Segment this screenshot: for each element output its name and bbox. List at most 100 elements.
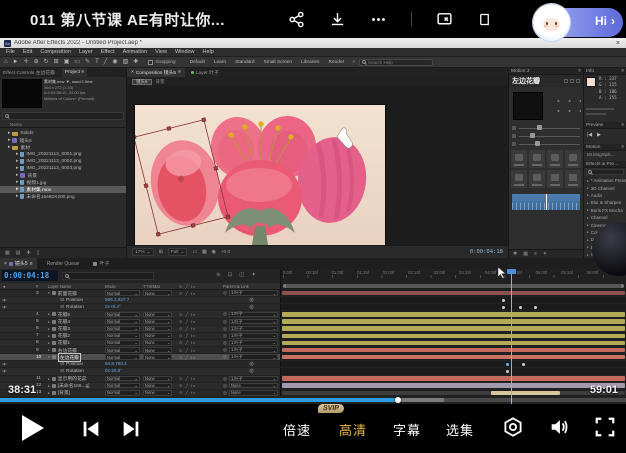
- keyframe-icon[interactable]: [522, 363, 525, 366]
- layer-switches[interactable]: ⊙ ╱ fx: [175, 355, 223, 360]
- motion3-timeline-strip[interactable]: [512, 194, 580, 210]
- caret-icon[interactable]: ▸: [48, 327, 50, 331]
- layer-switches[interactable]: ⊙ ╱ fx: [175, 326, 223, 331]
- property-name[interactable]: Rotation: [66, 369, 84, 374]
- layer-name[interactable]: 左边花瓣: [58, 353, 81, 362]
- interpret-footage-icon[interactable]: ▦: [5, 250, 10, 256]
- caret-icon[interactable]: ▸: [48, 341, 50, 345]
- magnification-select[interactable]: 17%⌄: [132, 248, 154, 256]
- panel-menu-icon[interactable]: ≡: [578, 69, 581, 74]
- panel-menu-icon[interactable]: ≡: [621, 123, 624, 128]
- layer-switches[interactable]: ⊙ ╱ fx: [175, 291, 223, 296]
- panel-menu-icon[interactable]: ≡: [621, 69, 624, 74]
- new-folder-icon[interactable]: ▤: [16, 250, 21, 256]
- close-icon[interactable]: ×: [131, 70, 134, 75]
- menu-icon[interactable]: ≡: [534, 251, 537, 257]
- motion3-tool-button[interactable]: [565, 150, 581, 168]
- timeline-property-row[interactable]: ‹◆›⊙Position64.8,780.1◎: [0, 361, 626, 368]
- layer-duration-bar[interactable]: [282, 312, 625, 317]
- timeline-property-row[interactable]: ‹◆›⊙Position566.2,927.7◎: [0, 297, 626, 304]
- close-icon[interactable]: ×: [4, 261, 7, 267]
- property-name[interactable]: Position: [66, 298, 83, 303]
- layer-switches[interactable]: ⊙ ╱ fx: [175, 348, 223, 353]
- keyframe-nav-icons[interactable]: ‹◆›: [2, 298, 7, 302]
- timeline-tab-leaf[interactable]: 叶子: [89, 258, 113, 269]
- comp-timecode[interactable]: 0:00:04:18: [470, 249, 503, 255]
- trkmat-select[interactable]: None⌄: [143, 340, 172, 345]
- seek-handle[interactable]: [395, 397, 401, 403]
- menu-view[interactable]: View: [155, 49, 167, 55]
- trkmat-select[interactable]: None⌄: [143, 319, 172, 324]
- subtitles-button[interactable]: 字幕: [393, 420, 421, 439]
- caret-icon[interactable]: ▾: [48, 355, 50, 359]
- tab-layer-viewer[interactable]: Layer 叶子: [187, 68, 223, 77]
- motion3-mini-button[interactable]: [576, 79, 580, 83]
- layer-duration-bar[interactable]: [282, 341, 625, 346]
- layer-switches[interactable]: ⊙ ╱ fx: [175, 333, 223, 338]
- comp-chip-bg[interactable]: 背景: [156, 79, 165, 85]
- project-search-box[interactable]: [2, 112, 124, 120]
- caret-icon[interactable]: ▸: [48, 348, 50, 352]
- trkmat-select[interactable]: None⌄: [143, 347, 172, 352]
- project-item[interactable]: ▸镜头5: [0, 137, 126, 144]
- mode-select[interactable]: Normal⌄: [105, 340, 140, 345]
- menu-window[interactable]: Window: [175, 49, 195, 55]
- keyframe-icon[interactable]: [502, 306, 505, 309]
- quality-button[interactable]: 高清: [339, 420, 367, 439]
- trkmat-select[interactable]: None⌄: [143, 312, 172, 317]
- pickwhip-icon[interactable]: ◎: [223, 326, 227, 332]
- layer-name-cell[interactable]: ▸花瓣1: [48, 339, 105, 346]
- draft-3d-icon[interactable]: ⊡: [228, 272, 233, 278]
- property-name[interactable]: Rotation: [66, 305, 84, 310]
- search-help-box[interactable]: Search Help: [359, 59, 433, 66]
- parent-select[interactable]: 1.叶子⌄: [229, 319, 278, 324]
- mini-player-icon[interactable]: [477, 11, 492, 28]
- menu-file[interactable]: File: [6, 49, 15, 55]
- project-item[interactable]: ▸视频1.jpg: [0, 179, 126, 186]
- menu-layer[interactable]: Layer: [79, 49, 93, 55]
- mode-select[interactable]: Normal⌄: [105, 376, 140, 381]
- layer-switches[interactable]: ⊙ ╱ fx: [175, 319, 223, 324]
- property-value[interactable]: 0x-20.8°: [105, 368, 122, 373]
- episodes-button[interactable]: 选集: [446, 420, 474, 439]
- tool-zoom-icon[interactable]: ⊕: [34, 59, 39, 65]
- mode-select[interactable]: Normal⌄: [105, 319, 140, 324]
- layer-name-cell[interactable]: ▸花瓣5: [48, 311, 105, 318]
- frame-blending-icon[interactable]: ◫: [239, 272, 244, 278]
- transparency-grid-icon[interactable]: ▦: [202, 250, 207, 255]
- keyframe-nav-icons[interactable]: ‹◆›: [2, 369, 7, 373]
- volume-icon[interactable]: [548, 416, 570, 438]
- motion3-tool-button[interactable]: [547, 170, 563, 188]
- keyframe-icon[interactable]: [534, 306, 537, 309]
- tab-project[interactable]: Project ≡: [62, 68, 87, 77]
- panel-menu-icon[interactable]: ≡: [81, 70, 84, 75]
- tab-composition-viewer[interactable]: × Composition 镜头5 ≡: [127, 68, 185, 77]
- parent-select[interactable]: 1.叶子⌄: [229, 312, 278, 317]
- keyframe-icon[interactable]: [506, 363, 509, 366]
- workspace-overflow-button[interactable]: »: [352, 59, 355, 65]
- layer-name[interactable]: 花瓣5: [58, 311, 70, 318]
- workspace-default[interactable]: Default: [190, 60, 205, 65]
- layer-name-cell[interactable]: ▸显示用的花蕊: [48, 375, 105, 382]
- tool-hand-icon[interactable]: ✛: [24, 59, 29, 65]
- trkmat-select[interactable]: None⌄: [143, 326, 172, 331]
- composition-canvas[interactable]: [135, 105, 385, 245]
- layer-duration-bar[interactable]: [282, 348, 625, 353]
- keyframe-icon[interactable]: [502, 299, 505, 302]
- speed-button[interactable]: 倍速: [283, 420, 311, 439]
- motion3-tool-button[interactable]: [547, 150, 563, 168]
- pickwhip-icon[interactable]: ◎: [223, 319, 227, 325]
- effects-category[interactable]: ▸3D Channel: [584, 184, 626, 191]
- property-name[interactable]: Position: [66, 362, 83, 367]
- motion3-tool-button[interactable]: [529, 170, 545, 188]
- caret-icon[interactable]: ▸: [48, 334, 50, 338]
- layer-name[interactable]: 花瓣2: [58, 332, 70, 339]
- play-button[interactable]: [22, 415, 44, 441]
- tool-eraser-icon[interactable]: ▨: [123, 59, 129, 65]
- menu-composition[interactable]: Composition: [40, 49, 71, 55]
- snapping-toggle[interactable]: Snapping: [148, 60, 175, 65]
- stopwatch-icon[interactable]: ⊙: [60, 362, 64, 367]
- effects-category[interactable]: ▸* Animation Presets: [584, 177, 626, 184]
- mode-select[interactable]: Normal⌄: [105, 326, 140, 331]
- screencast-icon[interactable]: [502, 416, 524, 438]
